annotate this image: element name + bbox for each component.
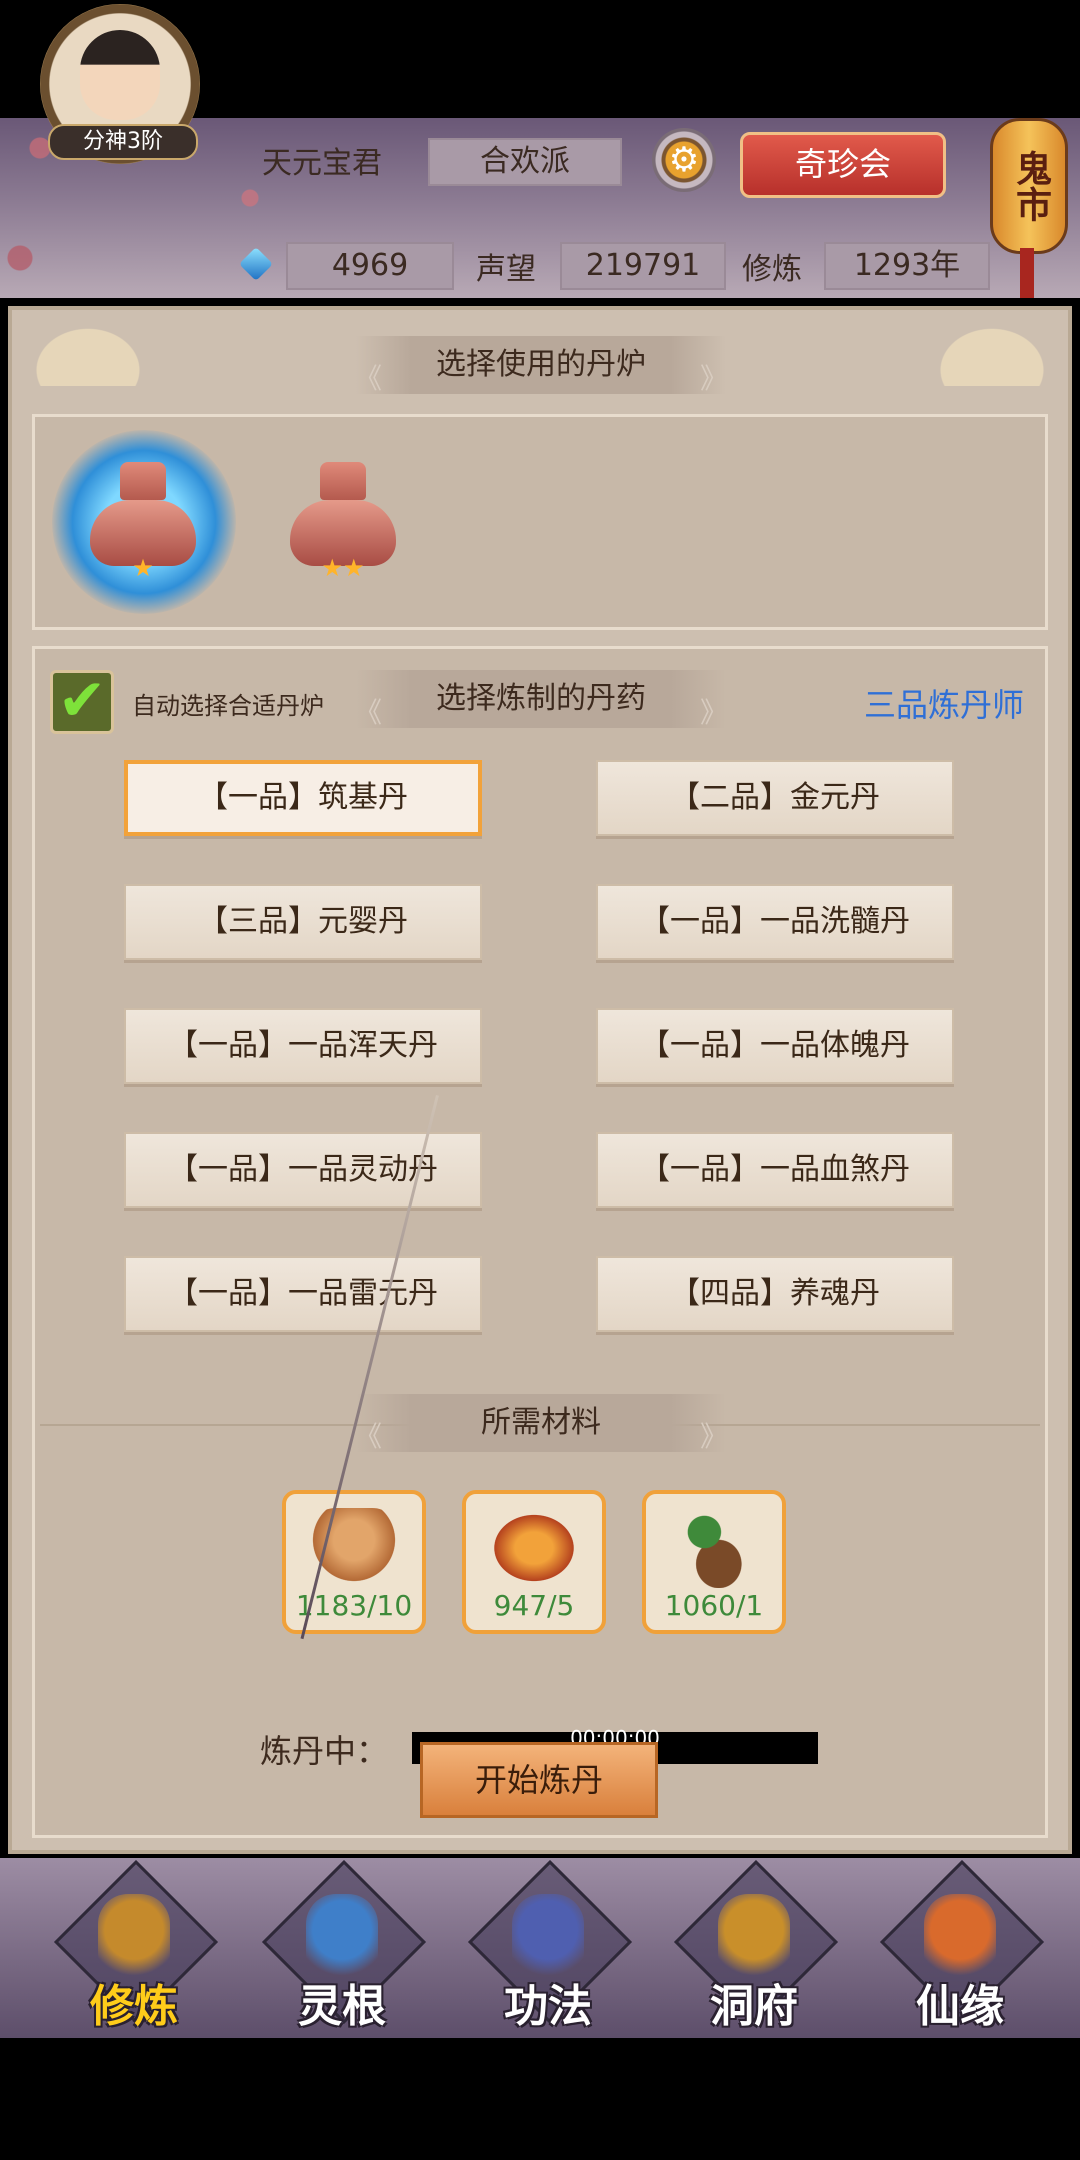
- furnace-1[interactable]: ★: [78, 456, 208, 586]
- pill-button-8[interactable]: 【一品】一品雷元丹: [124, 1256, 482, 1332]
- pill-button-7[interactable]: 【一品】一品血煞丹: [596, 1132, 954, 1208]
- nav-item-fate[interactable]: 仙缘: [879, 1859, 1045, 2032]
- nav-item-cultivate[interactable]: 修炼: [53, 1859, 219, 2032]
- recipe-section-title-text: 选择炼制的丹药: [436, 681, 646, 716]
- pill-button-9[interactable]: 【四品】养魂丹: [596, 1256, 954, 1332]
- recipe-section-title: 《 选择炼制的丹药 》: [354, 670, 728, 729]
- pill-button-4[interactable]: 【一品】一品浑天丹: [124, 1008, 482, 1084]
- avatar-portrait: [80, 30, 160, 120]
- furnace-section-title: 《 选择使用的丹炉 》: [354, 336, 728, 395]
- start-refining-button[interactable]: 开始炼丹: [420, 1742, 658, 1818]
- nav-label-fate: 仙缘: [916, 1981, 1004, 2032]
- nav-item-cave[interactable]: 洞府: [673, 1859, 839, 2032]
- cloud-corner-left: [8, 306, 168, 386]
- cordyceps-icon: [486, 1508, 582, 1588]
- auto-select-label: 自动选择合适丹炉: [132, 692, 324, 720]
- sect-name: 合欢派: [428, 138, 622, 186]
- nav-label-spirit-root: 灵根: [298, 1981, 386, 2032]
- reputation-value: 219791: [560, 242, 726, 290]
- furnace-2-stars: ★★: [321, 554, 365, 582]
- lantern-tassel: [1020, 248, 1034, 298]
- player-name: 天元宝君: [262, 146, 382, 181]
- qizhen-button[interactable]: 奇珍会: [740, 132, 946, 198]
- cultivation-label: 修炼: [742, 252, 802, 287]
- cultivation-value: 1293年: [824, 242, 990, 290]
- cloud-corner-right: [912, 306, 1072, 386]
- material-count-1: 947/5: [493, 1589, 575, 1622]
- auto-select-checkbox[interactable]: ✔: [50, 670, 114, 734]
- nav-item-techniques[interactable]: 功法: [467, 1859, 633, 2032]
- gem-count: 4969: [286, 242, 454, 290]
- materials-section-title-text: 所需材料: [481, 1405, 601, 1440]
- realm-badge: 分神3阶: [48, 124, 198, 160]
- nav-label-techniques: 功法: [504, 1981, 592, 2032]
- materials-section-title: 《 所需材料 》: [354, 1394, 728, 1453]
- pill-button-1[interactable]: 【二品】金元丹: [596, 760, 954, 836]
- reputation-label: 声望: [476, 252, 536, 287]
- material-slot-0[interactable]: 1183/10: [282, 1490, 426, 1634]
- pill-button-2[interactable]: 【三品】元婴丹: [124, 884, 482, 960]
- pill-button-3[interactable]: 【一品】一品洗髓丹: [596, 884, 954, 960]
- alchemist-rank-link[interactable]: 三品炼丹师: [864, 680, 1024, 726]
- material-slot-1[interactable]: 947/5: [462, 1490, 606, 1634]
- nav-label-cultivate: 修炼: [90, 1981, 178, 2032]
- refining-label: 炼丹中：: [260, 1732, 389, 1770]
- material-slot-2[interactable]: 1060/1: [642, 1490, 786, 1634]
- pill-button-0[interactable]: 【一品】筑基丹: [124, 760, 482, 836]
- nav-label-cave: 洞府: [710, 1981, 798, 2032]
- herb-root-icon: [666, 1508, 762, 1588]
- ginseng-icon: [306, 1508, 402, 1588]
- pill-button-5[interactable]: 【一品】一品体魄丹: [596, 1008, 954, 1084]
- furnace-1-stars: ★: [132, 554, 154, 582]
- pill-button-6[interactable]: 【一品】一品灵动丹: [124, 1132, 482, 1208]
- nav-item-spirit-root[interactable]: 灵根: [261, 1859, 427, 2032]
- ghost-market-lantern[interactable]: 鬼市: [990, 118, 1068, 254]
- furnace-section-title-text: 选择使用的丹炉: [436, 347, 646, 382]
- material-count-2: 1060/1: [664, 1589, 764, 1622]
- gear-icon[interactable]: ⚙: [652, 128, 716, 192]
- furnace-2[interactable]: ★★: [278, 456, 408, 586]
